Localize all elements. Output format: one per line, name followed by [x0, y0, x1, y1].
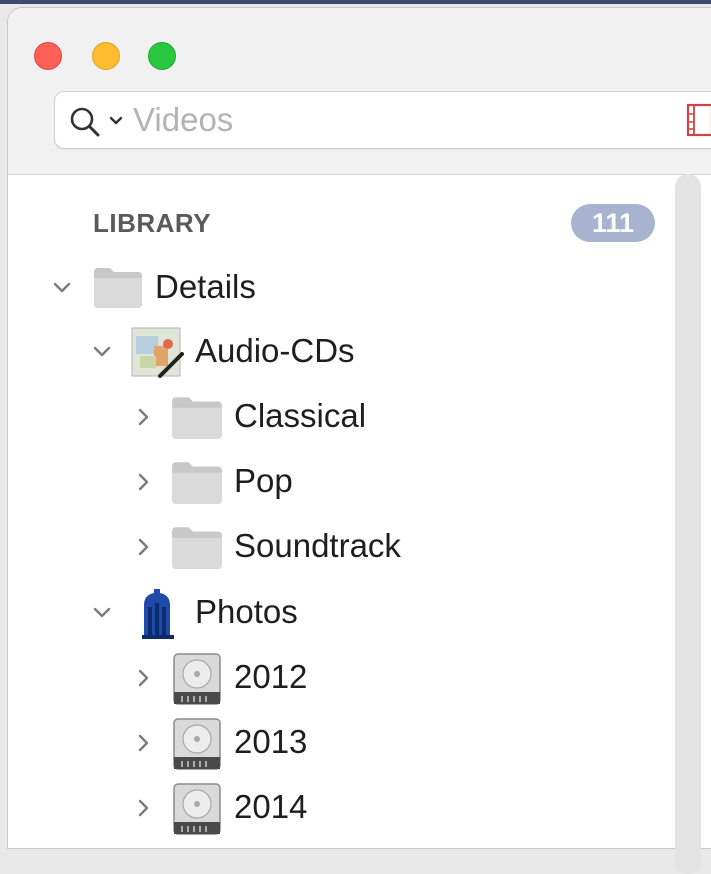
- sidebar-item-label: Classical: [234, 397, 367, 434]
- count-badge: 111: [571, 204, 655, 242]
- zoom-button[interactable]: [148, 42, 176, 70]
- sidebar-item-pop[interactable]: Pop: [0, 452, 660, 512]
- chevron-down-icon[interactable]: [48, 274, 76, 302]
- sidebar-item-classical[interactable]: Classical: [0, 387, 660, 447]
- chevron-right-icon[interactable]: [130, 664, 158, 692]
- folder-icon: [94, 268, 142, 308]
- building-icon: [142, 589, 174, 639]
- chevron-down-icon[interactable]: [88, 599, 116, 627]
- search-icon[interactable]: [67, 104, 103, 140]
- chevron-right-icon[interactable]: [130, 468, 158, 496]
- chevron-right-icon[interactable]: [130, 729, 158, 757]
- sidebar-item-label: Details: [155, 268, 256, 305]
- library-section-header: LIBRARY: [93, 208, 212, 238]
- sidebar-item-label: Pop: [234, 462, 293, 499]
- film-icon[interactable]: [685, 102, 711, 138]
- sidebar-item-photos[interactable]: Photos: [0, 583, 660, 643]
- sidebar-item-details[interactable]: Details: [0, 258, 660, 318]
- sidebar-scrollbar[interactable]: [675, 174, 701, 874]
- album-art-icon: [131, 327, 184, 378]
- sidebar-item-label: Audio-CDs: [195, 332, 355, 369]
- close-button[interactable]: [34, 42, 62, 70]
- sidebar-item-label: Photos: [195, 593, 298, 630]
- folder-icon: [172, 527, 222, 569]
- sidebar-item-2012[interactable]: 2012: [0, 648, 660, 708]
- sidebar-item-label: 2014: [234, 788, 308, 825]
- search-field[interactable]: [54, 91, 711, 149]
- toolbar: [8, 8, 711, 175]
- desktop-edge: [0, 0, 711, 4]
- search-input[interactable]: [131, 100, 655, 140]
- sidebar-item-label: 2012: [234, 658, 308, 695]
- folder-icon: [172, 462, 222, 504]
- sidebar-item-label: 2013: [234, 723, 308, 760]
- folder-icon: [172, 397, 222, 439]
- hard-drive-icon: [173, 653, 221, 705]
- chevron-right-icon[interactable]: [130, 403, 158, 431]
- hard-drive-icon: [173, 718, 221, 770]
- hard-drive-icon: [173, 783, 221, 835]
- sidebar-item-label: Soundtrack: [234, 527, 401, 564]
- chevron-right-icon[interactable]: [130, 533, 158, 561]
- sidebar-item-2013[interactable]: 2013: [0, 713, 660, 773]
- minimize-button[interactable]: [92, 42, 120, 70]
- chevron-right-icon[interactable]: [130, 794, 158, 822]
- sidebar-item-soundtrack[interactable]: Soundtrack: [0, 517, 660, 577]
- chevron-down-icon[interactable]: [109, 116, 123, 126]
- chevron-down-icon[interactable]: [88, 338, 116, 366]
- sidebar-item-audio-cds[interactable]: Audio-CDs: [0, 322, 660, 382]
- sidebar-item-2014[interactable]: 2014: [0, 778, 660, 838]
